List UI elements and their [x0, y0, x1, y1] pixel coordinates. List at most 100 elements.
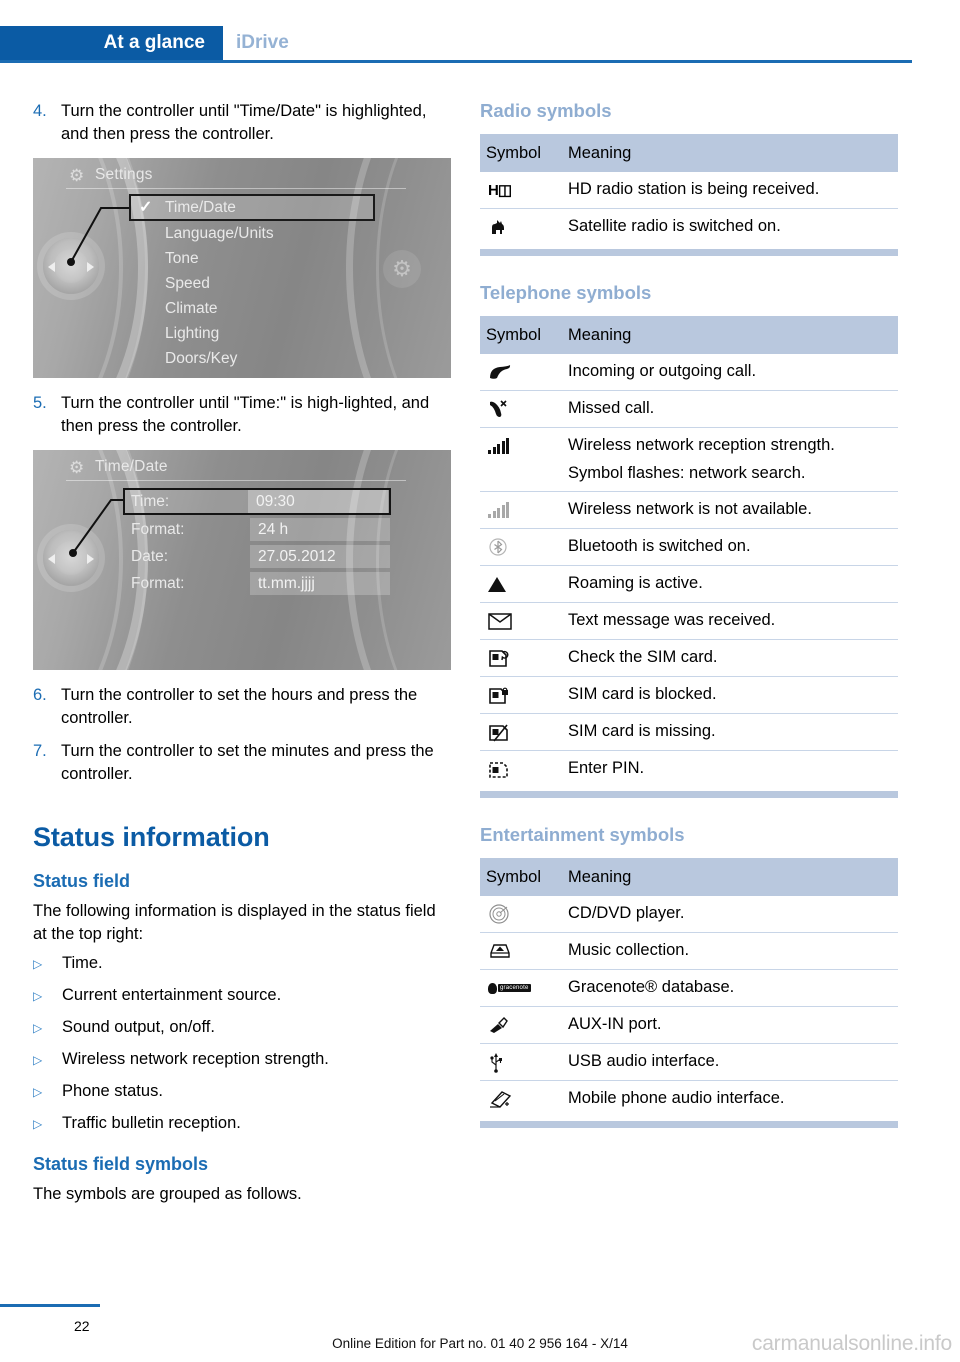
phone-handset-icon: [480, 360, 568, 384]
meaning-sub: Symbol flashes: network search.: [568, 464, 806, 482]
sim-missing-icon: [480, 720, 568, 744]
list-item: ▷ Current entertainment source.: [33, 984, 451, 1008]
check-icon: ✓: [139, 199, 153, 216]
sim-check-icon: [480, 646, 568, 670]
row-time[interactable]: Time: 09:30: [123, 488, 391, 515]
row-time-format[interactable]: Format: 24 h: [125, 517, 395, 542]
table-telephone-symbols: Symbol Meaning Incoming or outgoing call…: [480, 316, 898, 787]
table-cell-meaning: Bluetooth is switched on.: [568, 537, 751, 555]
table-cell-meaning: HD radio station is being received.: [568, 180, 820, 198]
idrive-menu-item-time-date[interactable]: ✓ Time/Date: [129, 194, 375, 221]
table-cell-meaning: Check the SIM card.: [568, 648, 718, 666]
missed-call-icon: [480, 397, 568, 421]
step-text: Turn the controller to set the minutes a…: [61, 742, 434, 783]
table-bottom-bar: [480, 791, 898, 798]
idrive-timedate-screenshot: ⚙ Time/Date Time: 09:30 Format: 24 h Dat…: [33, 450, 451, 670]
table-row: Mobile phone audio interface.: [480, 1081, 898, 1117]
gracenote-wordmark: gracenote: [498, 984, 531, 992]
envelope-icon: [480, 609, 568, 633]
table-cell-meaning: Incoming or outgoing call.: [568, 362, 757, 380]
tab-idrive[interactable]: iDrive: [236, 26, 289, 60]
table-row: gracenote Gracenote® database.: [480, 970, 898, 1007]
sim-enter-pin-icon: [480, 757, 568, 781]
idrive-menu-item-language-units[interactable]: Language/Units: [131, 221, 381, 246]
table-cell-meaning: SIM card is missing.: [568, 722, 716, 740]
step-text: Turn the controller to set the hours and…: [61, 686, 418, 727]
table-row: Enter PIN.: [480, 751, 898, 787]
table-bottom-bar: [480, 249, 898, 256]
divider: [66, 188, 406, 189]
heading-radio-symbols: Radio symbols: [480, 100, 612, 121]
table-row: Satellite radio is switched on.: [480, 209, 898, 245]
table-cell-meaning: Music collection.: [568, 941, 690, 959]
table-cell-meaning: USB audio interface.: [568, 1052, 720, 1070]
step-number: 7.: [33, 742, 47, 760]
idrive-controller-knob[interactable]: [43, 238, 99, 294]
idrive-controller-knob[interactable]: [43, 530, 99, 586]
table-row: Check the SIM card.: [480, 640, 898, 677]
table-cell-meaning: Gracenote® database.: [568, 978, 735, 996]
manual-page: At a glance iDrive 4. Turn the controlle…: [0, 0, 960, 1362]
row-date-format[interactable]: Format: tt.mm.jjjj: [125, 571, 395, 596]
row-value[interactable]: 09:30: [248, 490, 388, 513]
idrive-menu-item-lighting[interactable]: Lighting: [131, 321, 381, 346]
heading-telephone-symbols: Telephone symbols: [480, 282, 652, 303]
step-number: 6.: [33, 686, 47, 704]
row-value[interactable]: tt.mm.jjjj: [250, 572, 390, 595]
row-date[interactable]: Date: 27.05.2012: [125, 544, 395, 569]
triangle-bullet-icon: ▷: [33, 989, 43, 1003]
table-cell-meaning: Text message was received.: [568, 611, 776, 629]
table-cell-meaning: Roaming is active.: [568, 574, 703, 592]
table-row: AUX-IN port.: [480, 1007, 898, 1044]
row-label: Date:: [131, 548, 169, 565]
page-header: At a glance iDrive: [0, 26, 960, 63]
list-item-label: Wireless network reception strength.: [62, 1050, 329, 1068]
status-field-symbols-intro: The symbols are grouped as follows.: [33, 1185, 302, 1203]
page-title-status-information: Status information: [33, 822, 270, 852]
header-rule: [0, 60, 912, 63]
table-row: Roaming is active.: [480, 566, 898, 603]
table-cell-meaning: AUX-IN port.: [568, 1015, 662, 1033]
left-column: 4. Turn the controller until "Time/Date"…: [33, 100, 451, 1212]
table-header-row: Symbol Meaning: [480, 316, 898, 354]
triangle-bullet-icon: ▷: [33, 1117, 43, 1131]
idrive-menu-list: ✓ Time/Date Language/Units Tone Speed Cl…: [129, 194, 381, 371]
idrive-timedate-rows: Time: 09:30 Format: 24 h Date: 27.05.201…: [123, 488, 395, 598]
step-item: 7. Turn the controller to set the minute…: [33, 740, 451, 786]
arrow-right-icon: [87, 554, 94, 564]
list-item: ▷ Time.: [33, 952, 451, 976]
table-row: Text message was received.: [480, 603, 898, 640]
list-item: ▷ Wireless network reception strength.: [33, 1048, 451, 1072]
heading-status-field: Status field: [33, 871, 131, 891]
idrive-menu-item-climate[interactable]: Climate: [131, 296, 381, 321]
step-text: Turn the controller until "Time:" is hig…: [61, 394, 430, 435]
music-collection-icon: [480, 939, 568, 963]
idrive-menu-item-speed[interactable]: Speed: [131, 271, 381, 296]
table-header-row: Symbol Meaning: [480, 858, 898, 896]
idrive-menu-item-tone[interactable]: Tone: [131, 246, 381, 271]
page-number: 22: [74, 1318, 90, 1334]
triangle-bullet-icon: ▷: [33, 1053, 43, 1067]
table-header-row: Symbol Meaning: [480, 134, 898, 172]
watermark: carmanualsonline.info: [751, 1332, 952, 1355]
heading-status-field-symbols: Status field symbols: [33, 1154, 209, 1174]
row-value[interactable]: 24 h: [250, 518, 390, 541]
hd-radio-icon: H◫: [488, 181, 512, 199]
table-row: Music collection.: [480, 933, 898, 970]
table-cell-meaning: Satellite radio is switched on.: [568, 217, 781, 235]
list-item-label: Traffic bulletin reception.: [62, 1114, 241, 1132]
arrow-left-icon: [48, 262, 55, 272]
idrive-menu-item-label: Time/Date: [165, 199, 236, 216]
table-row: USB audio interface.: [480, 1044, 898, 1081]
sim-blocked-icon: [480, 683, 568, 707]
idrive-menu-item-doors-key[interactable]: Doors/Key: [131, 346, 381, 371]
heading-entertainment-symbols: Entertainment symbols: [480, 824, 685, 845]
signal-bars-grey-icon: [480, 498, 568, 522]
tab-at-a-glance[interactable]: At a glance: [0, 26, 223, 60]
table-cell-meaning: Enter PIN.: [568, 759, 645, 777]
row-value[interactable]: 27.05.2012: [250, 545, 390, 568]
list-item: ▷ Sound output, on/off.: [33, 1016, 451, 1040]
table-row: H◫ HD radio station is being received.: [480, 172, 898, 209]
satellite-radio-dog-icon: [480, 215, 568, 239]
list-item-label: Current entertainment source.: [62, 986, 282, 1004]
